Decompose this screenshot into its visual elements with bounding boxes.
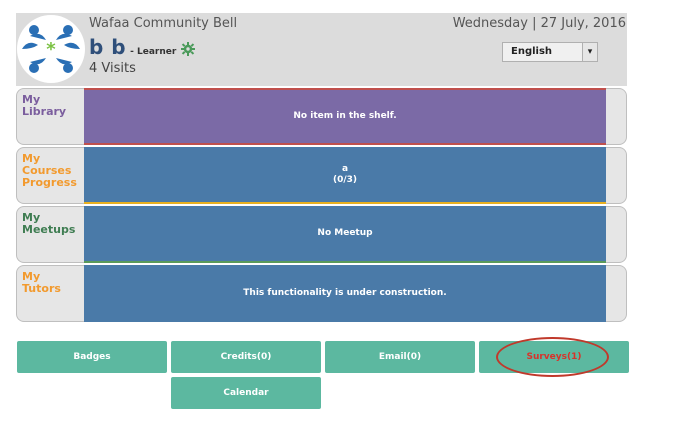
courses-progress-label[interactable]: My Courses Progress xyxy=(16,147,91,204)
tutors-row: My Tutors This functionality is under co… xyxy=(16,265,627,322)
user-role: - Learner xyxy=(130,47,177,57)
language-select[interactable]: English ▾ xyxy=(502,42,598,62)
calendar-button[interactable]: Calendar xyxy=(171,377,321,409)
visit-count: 4 Visits xyxy=(89,61,136,76)
meetups-label[interactable]: My Meetups xyxy=(16,206,91,263)
meetups-label-text: My Meetups xyxy=(22,211,76,236)
courses-next-tab[interactable] xyxy=(606,147,627,204)
library-label[interactable]: My Library xyxy=(16,88,91,145)
header: * Wafaa Community Bell Wednesday | 27 Ju… xyxy=(16,13,627,86)
meetups-row: My Meetups No Meetup xyxy=(16,206,627,263)
language-value: English xyxy=(511,46,553,57)
badges-button[interactable]: Badges xyxy=(17,341,167,373)
course-progress-value: a (0/3) xyxy=(332,163,358,185)
library-label-text: My Library xyxy=(22,93,67,118)
tutors-content[interactable]: This functionality is under construction… xyxy=(84,265,606,322)
library-row: My Library No item in the shelf. xyxy=(16,88,627,145)
svg-text:*: * xyxy=(46,39,56,60)
gear-icon[interactable] xyxy=(181,42,196,56)
community-name: Wafaa Community Bell xyxy=(89,16,238,31)
tutors-label-text: My Tutors xyxy=(22,270,61,295)
credits-button[interactable]: Credits(0) xyxy=(171,341,321,373)
tutors-message: This functionality is under construction… xyxy=(243,288,447,298)
library-next-tab[interactable] xyxy=(606,88,627,145)
meetups-content[interactable]: No Meetup xyxy=(84,206,606,263)
meetups-message: No Meetup xyxy=(317,228,373,238)
library-message: No item in the shelf. xyxy=(293,111,397,121)
tutors-label[interactable]: My Tutors xyxy=(16,265,91,322)
highlight-circle xyxy=(496,337,609,377)
courses-progress-row: My Courses Progress a (0/3) xyxy=(16,147,627,204)
chevron-down-icon: ▾ xyxy=(582,43,597,61)
user-name: b b xyxy=(89,35,127,59)
courses-progress-label-text: My Courses Progress xyxy=(22,152,77,189)
community-logo-icon: * xyxy=(17,15,85,83)
library-content[interactable]: No item in the shelf. xyxy=(84,88,606,145)
meetups-next-tab[interactable] xyxy=(606,206,627,263)
courses-progress-content[interactable]: a (0/3) xyxy=(84,147,606,204)
current-date: Wednesday | 27 July, 2016 xyxy=(452,16,626,31)
tutors-next-tab[interactable] xyxy=(606,265,627,322)
email-button[interactable]: Email(0) xyxy=(325,341,475,373)
